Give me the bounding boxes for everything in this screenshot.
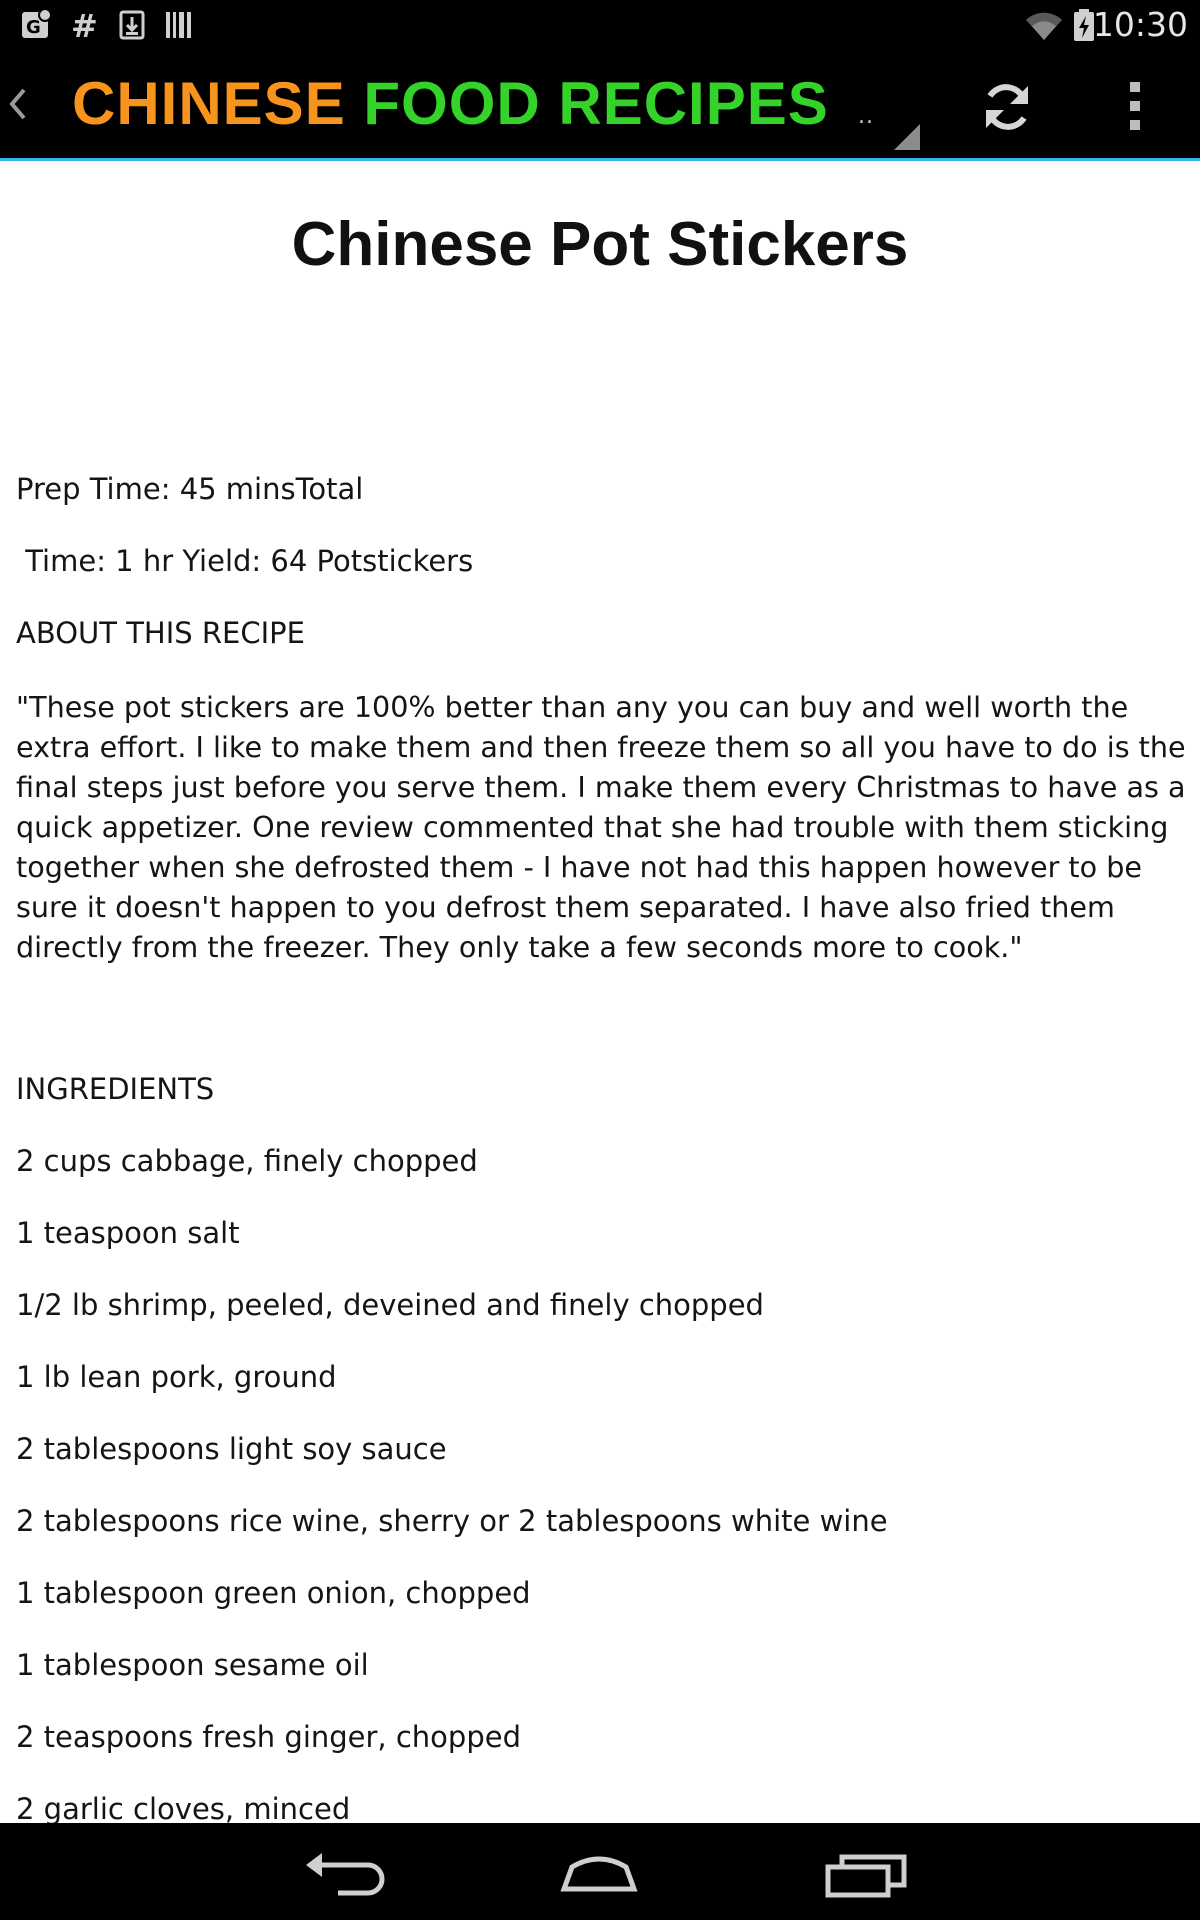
ingredients-heading: INGREDIENTS — [16, 1072, 215, 1106]
recent-apps-icon[interactable] — [822, 1845, 912, 1899]
ingredient-item: 1 tablespoon sesame oil — [16, 1648, 369, 1682]
wifi-icon — [1026, 12, 1062, 41]
back-nav-icon[interactable] — [298, 1845, 388, 1899]
back-caret-icon[interactable] — [6, 82, 30, 126]
ingredient-item: 2 teaspoons fresh ginger, chopped — [16, 1720, 521, 1754]
svg-text:G: G — [26, 17, 41, 38]
brand-words-food-recipes: FOOD RECIPES — [363, 70, 829, 137]
download-notification-icon — [119, 10, 145, 40]
time-yield-line: Time: 1 hr Yield: 64 Potstickers — [16, 544, 474, 578]
barcode-notification-icon — [166, 12, 191, 38]
ingredient-item: 2 cups cabbage, finely chopped — [16, 1144, 478, 1178]
ingredient-item: 1 teaspoon salt — [16, 1216, 240, 1250]
ingredient-item: 2 tablespoons light soy sauce — [16, 1432, 447, 1466]
hashtag-notification-icon: # — [71, 8, 98, 42]
ingredient-item: 1 tablespoon green onion, chopped — [16, 1576, 531, 1610]
system-nav-bar — [0, 1823, 1200, 1920]
app-brand-title[interactable]: CHINESE FOOD RECIPES — [72, 72, 829, 136]
maps-notification-icon: G — [22, 8, 52, 38]
ingredient-item: 2 tablespoons rice wine, sherry or 2 tab… — [16, 1504, 888, 1538]
action-bar: CHINESE FOOD RECIPES .. — [0, 50, 1200, 161]
refresh-icon[interactable] — [978, 78, 1036, 136]
status-clock: 10:30 — [1092, 5, 1188, 44]
ingredient-item: 1/2 lb shrimp, peeled, deveined and fine… — [16, 1288, 764, 1322]
recipe-title: Chinese Pot Stickers — [291, 210, 909, 279]
prep-time-line: Prep Time: 45 minsTotal — [16, 472, 364, 506]
brand-word-chinese: CHINESE — [72, 70, 346, 137]
status-bar: G # 10:30 — [0, 0, 1200, 50]
overflow-menu-icon[interactable] — [1120, 78, 1150, 134]
recipe-content[interactable]: Chinese Pot Stickers Prep Time: 45 minsT… — [0, 161, 1200, 1823]
ingredient-item: 1 lb lean pork, ground — [16, 1360, 337, 1394]
about-heading: ABOUT THIS RECIPE — [16, 616, 305, 650]
home-nav-icon[interactable] — [554, 1845, 644, 1899]
spinner-triangle-icon — [894, 124, 920, 150]
navigation-spinner[interactable]: .. — [850, 100, 920, 170]
svg-text:#: # — [71, 8, 98, 42]
ingredient-item: 2 garlic cloves, minced — [16, 1792, 351, 1823]
spinner-label: .. — [858, 104, 874, 129]
about-text: "These pot stickers are 100% better than… — [16, 690, 1186, 964]
